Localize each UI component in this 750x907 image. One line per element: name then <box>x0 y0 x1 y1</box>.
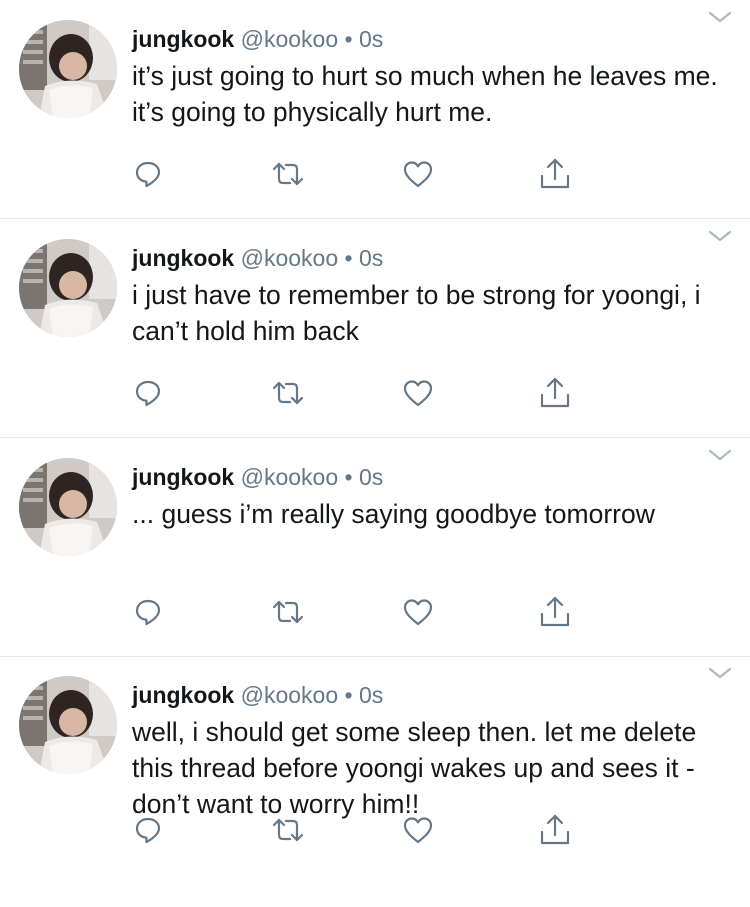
tweet-text: it’s just going to hurt so much when he … <box>132 61 718 127</box>
timestamp[interactable]: 0s <box>359 26 383 52</box>
reply-button[interactable] <box>128 812 168 852</box>
reply-icon <box>133 815 163 850</box>
retweet-button[interactable] <box>268 156 308 196</box>
like-icon <box>402 815 434 850</box>
like-icon <box>402 378 434 413</box>
tweet-text: i just have to remember to be strong for… <box>132 280 701 346</box>
avatar-photo <box>19 458 117 556</box>
tweet-header: jungkook @kookoo • 0s <box>132 462 383 492</box>
avatar[interactable] <box>19 458 117 556</box>
avatar-photo <box>19 239 117 337</box>
chevron-down-icon[interactable] <box>708 10 732 26</box>
timestamp[interactable]: 0s <box>359 464 383 490</box>
timestamp[interactable]: 0s <box>359 682 383 708</box>
tweet-header: jungkook @kookoo • 0s <box>132 24 383 54</box>
avatar[interactable] <box>19 20 117 118</box>
share-button[interactable] <box>535 375 575 415</box>
display-name[interactable]: jungkook <box>132 245 234 271</box>
avatar-photo <box>19 20 117 118</box>
display-name[interactable]: jungkook <box>132 464 234 490</box>
tweet-actions <box>0 375 750 415</box>
tweet-header: jungkook @kookoo • 0s <box>132 243 383 273</box>
tweet-actions <box>0 594 750 634</box>
tweet-header: jungkook @kookoo • 0s <box>132 680 383 710</box>
handle[interactable]: @kookoo <box>241 682 339 708</box>
retweet-icon <box>271 159 305 194</box>
share-icon <box>538 813 572 852</box>
separator-dot: • <box>344 464 353 490</box>
retweet-button[interactable] <box>268 812 308 852</box>
tweet-text: well, i should get some sleep then. let … <box>132 717 697 819</box>
display-name[interactable]: jungkook <box>132 682 234 708</box>
tweet[interactable]: jungkook @kookoo • 0s it’s just going to… <box>0 0 750 219</box>
retweet-icon <box>271 378 305 413</box>
tweet-text: ... guess i’m really saying goodbye tomo… <box>132 499 655 529</box>
like-icon <box>402 159 434 194</box>
retweet-button[interactable] <box>268 375 308 415</box>
like-button[interactable] <box>398 375 438 415</box>
like-button[interactable] <box>398 594 438 634</box>
chevron-down-icon[interactable] <box>708 666 732 682</box>
handle[interactable]: @kookoo <box>241 26 339 52</box>
tweet-actions <box>0 812 750 852</box>
avatar-photo <box>19 676 117 774</box>
share-button[interactable] <box>535 156 575 196</box>
reply-icon <box>133 159 163 194</box>
chevron-down-icon[interactable] <box>708 448 732 464</box>
tweet[interactable]: jungkook @kookoo • 0s well, i should get… <box>0 656 750 875</box>
handle[interactable]: @kookoo <box>241 245 339 271</box>
reply-button[interactable] <box>128 375 168 415</box>
handle[interactable]: @kookoo <box>241 464 339 490</box>
avatar[interactable] <box>19 676 117 774</box>
retweet-icon <box>271 815 305 850</box>
share-button[interactable] <box>535 594 575 634</box>
like-icon <box>402 597 434 632</box>
share-icon <box>538 595 572 634</box>
retweet-icon <box>271 597 305 632</box>
display-name[interactable]: jungkook <box>132 26 234 52</box>
retweet-button[interactable] <box>268 594 308 634</box>
separator-dot: • <box>344 682 353 708</box>
like-button[interactable] <box>398 812 438 852</box>
tweet[interactable]: jungkook @kookoo • 0s i just have to rem… <box>0 219 750 438</box>
separator-dot: • <box>344 245 353 271</box>
like-button[interactable] <box>398 156 438 196</box>
avatar[interactable] <box>19 239 117 337</box>
reply-button[interactable] <box>128 594 168 634</box>
chevron-down-icon[interactable] <box>708 229 732 245</box>
separator-dot: • <box>344 26 353 52</box>
reply-button[interactable] <box>128 156 168 196</box>
share-icon <box>538 376 572 415</box>
tweet[interactable]: jungkook @kookoo • 0s ... guess i’m real… <box>0 438 750 657</box>
reply-icon <box>133 378 163 413</box>
timestamp[interactable]: 0s <box>359 245 383 271</box>
reply-icon <box>133 597 163 632</box>
tweet-actions <box>0 156 750 196</box>
share-icon <box>538 157 572 196</box>
share-button[interactable] <box>535 812 575 852</box>
